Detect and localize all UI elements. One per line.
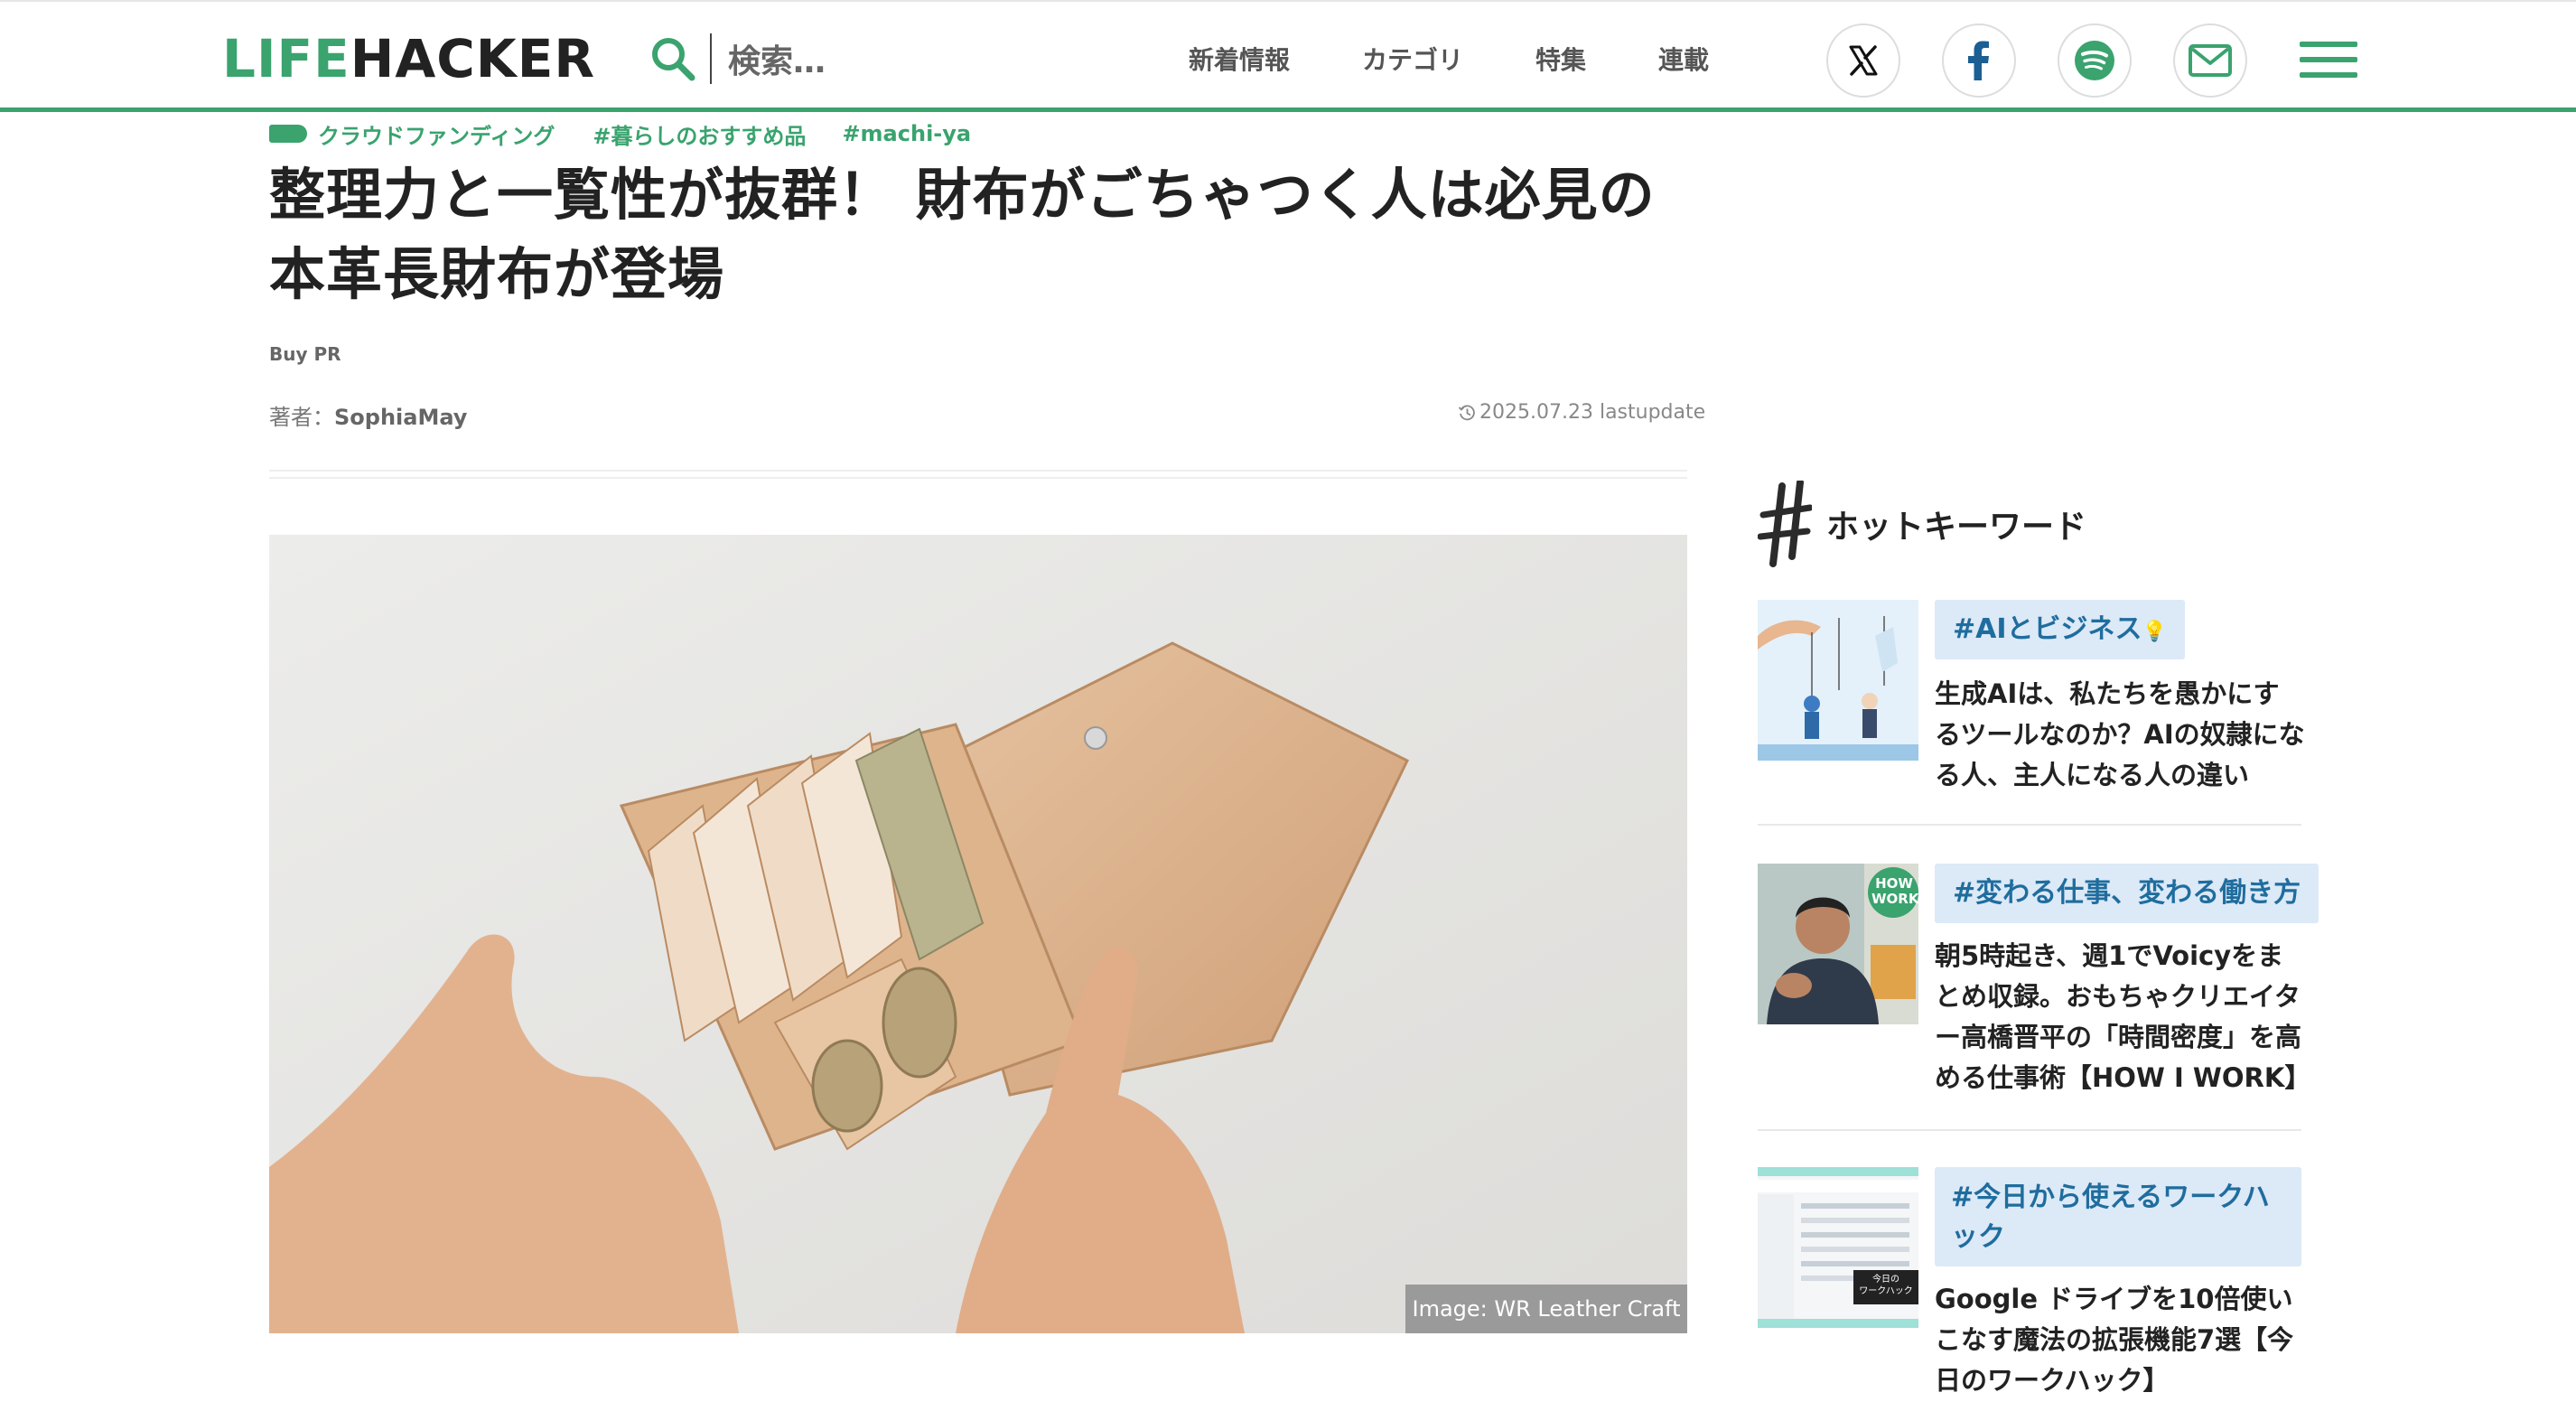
author-label: 著者： — [269, 405, 334, 430]
sidebar-card-workhack[interactable]: 今日の ワークハック #今日から使えるワークハック Google ドライブを10… — [1758, 1167, 2301, 1409]
sidebar-card-work[interactable]: HOW WORK #変わる仕事、変わる働き方 朝5時起き、週1でVoicyをまと… — [1758, 864, 2319, 1126]
site-logo[interactable]: LIFE HACKER — [213, 22, 594, 96]
card-separator — [1758, 1129, 2301, 1131]
card-separator — [1758, 824, 2301, 826]
article-title-line1: 整理力と一覧性が抜群！ 財布がごちゃつく人は必見の — [269, 162, 1656, 228]
badge-bottom-text: WORK — [1871, 891, 1918, 907]
update-date: 2025.07.23 lastupdate — [1458, 401, 1705, 424]
main-nav: 新着情報 カテゴリ 特集 連載 — [1189, 38, 1781, 83]
keyword-tag-workhack[interactable]: #今日から使えるワークハック — [1935, 1167, 2301, 1266]
badge-top-text: 今日の — [1872, 1275, 1899, 1285]
keyword-tag-work-style[interactable]: #変わる仕事、変わる働き方 — [1935, 864, 2319, 923]
sidebar-card-ai[interactable]: #AIとビジネス💡 生成AIは、私たちを愚かにするツールなのか？AIの奴隷になる… — [1758, 600, 2305, 808]
search-input[interactable]: 検索… — [728, 35, 826, 82]
card-thumbnail[interactable] — [1758, 600, 1918, 761]
tag-link-kurashi[interactable]: #暮らしのおすすめ品 — [593, 118, 806, 150]
mail-icon — [2189, 44, 2232, 77]
facebook-button[interactable] — [1942, 23, 2016, 98]
search-icon[interactable] — [649, 34, 697, 83]
keyword-tag-ai-business[interactable]: #AIとビジネス💡 — [1935, 600, 2185, 659]
x-button[interactable] — [1826, 23, 1900, 98]
logo-hacker-text: HACKER — [350, 28, 596, 89]
article-divider — [269, 470, 1687, 479]
category-link[interactable]: クラウドファンディング — [318, 118, 555, 150]
lightbulb-icon: 💡 — [2142, 621, 2167, 643]
nav-item-features[interactable]: 特集 — [1535, 38, 1586, 83]
article-tags: クラウドファンディング #暮らしのおすすめ品 #machi-ya — [269, 117, 1007, 150]
how-i-work-badge: HOW WORK — [1871, 875, 1918, 907]
search-divider — [710, 33, 712, 84]
category-label-icon — [269, 125, 307, 143]
nav-item-category[interactable]: カテゴリ — [1362, 38, 1463, 83]
card-headline[interactable]: 生成AIは、私たちを愚かにするツールなのか？AIの奴隷になる人、主人になる人の違… — [1935, 674, 2305, 796]
pr-label: Buy PR — [269, 343, 341, 365]
badge-bottom-text: ワークハック — [1859, 1286, 1913, 1296]
logo-text: LIFE HACKER — [213, 22, 604, 96]
site-header: LIFE HACKER 検索… 新着情報 カテゴリ 特集 連載 — [0, 0, 2576, 112]
hashtag-icon — [1758, 481, 1812, 567]
hot-keywords-title: ホットキーワード — [1826, 509, 2087, 546]
facebook-icon — [1968, 41, 1989, 80]
nav-item-series[interactable]: 連載 — [1658, 38, 1709, 83]
article-title-line2: 本革長財布が登場 — [269, 241, 725, 307]
hamburger-menu-icon[interactable] — [2300, 42, 2357, 78]
mail-button[interactable] — [2173, 23, 2247, 98]
tag-link-machiya[interactable]: #machi-ya — [842, 121, 971, 146]
spotify-icon — [2075, 41, 2114, 80]
author-name-link[interactable]: SophiaMay — [334, 405, 467, 430]
workhack-badge: 今日の ワークハック — [1853, 1270, 1918, 1304]
hero-image — [269, 535, 1687, 1333]
hot-keywords-heading: ホットキーワード — [1758, 481, 2086, 567]
card-thumbnail[interactable]: HOW WORK — [1758, 864, 1918, 1024]
update-date-text: 2025.07.23 lastupdate — [1479, 401, 1706, 424]
keyword-tag-text: #AIとビジネス — [1953, 613, 2142, 645]
leather-wallet-illustration — [269, 535, 1687, 1333]
logo-life-text: LIFE — [222, 28, 350, 89]
image-caption: Image: WR Leather Craft — [1405, 1285, 1687, 1333]
x-icon — [1849, 45, 1878, 76]
author-line: 著者：SophiaMay — [269, 399, 467, 431]
article-title: 整理力と一覧性が抜群！ 財布がごちゃつく人は必見の 本革長財布が登場 — [269, 155, 1705, 314]
card-thumbnail[interactable]: 今日の ワークハック — [1758, 1167, 1918, 1328]
card-headline[interactable]: 朝5時起き、週1でVoicyをまとめ収録。おもちゃクリエイター高橋晋平の「時間密… — [1935, 936, 2310, 1098]
nav-item-new[interactable]: 新着情報 — [1189, 38, 1290, 83]
card-headline[interactable]: Google ドライブを10倍使いこなす魔法の拡張機能7選【今日のワークハック】 — [1935, 1279, 2305, 1401]
history-clock-icon — [1458, 405, 1475, 420]
puppet-illustration — [1758, 600, 1918, 761]
badge-top-text: HOW — [1875, 875, 1913, 892]
search-box[interactable]: 検索… — [649, 29, 992, 89]
spotify-button[interactable] — [2058, 23, 2132, 98]
